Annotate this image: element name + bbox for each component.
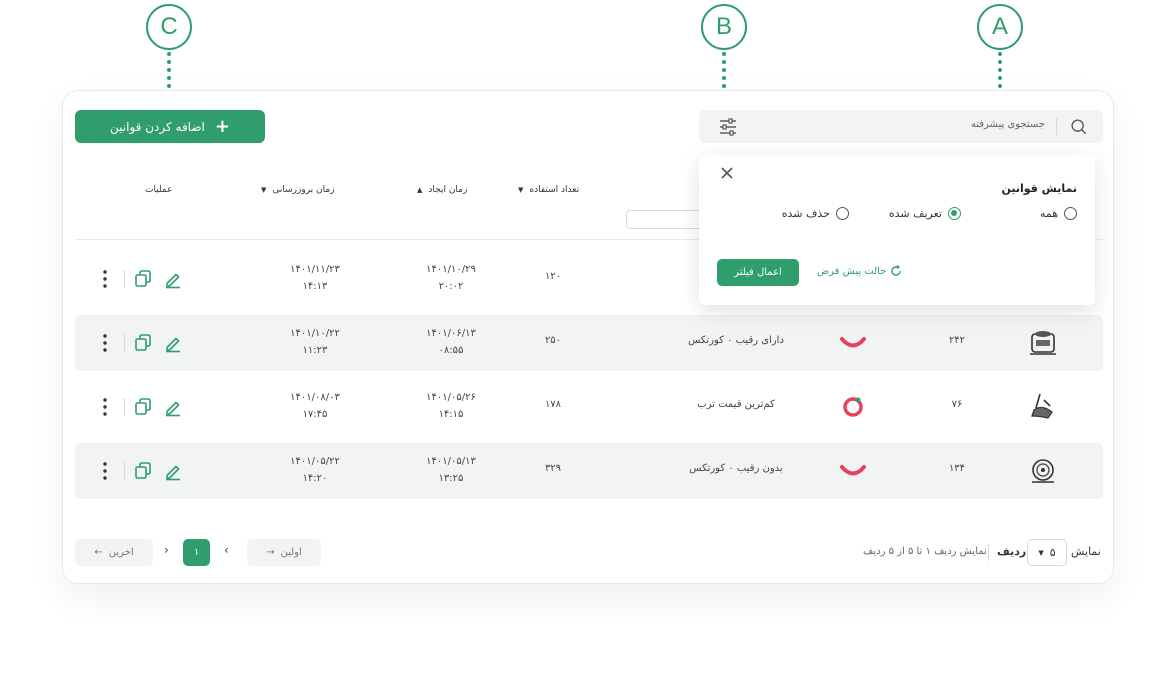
page-number-current[interactable]: ۱	[183, 539, 210, 566]
first-page-button[interactable]: → اولین	[247, 539, 321, 566]
chevron-down-icon: ▼	[261, 186, 267, 194]
more-vertical-icon[interactable]	[95, 332, 115, 354]
header-updated[interactable]: زمان بروزرسانی ▼	[261, 185, 335, 195]
radio-circle-selected	[948, 207, 961, 220]
header-operations: عملیات	[145, 185, 173, 195]
product-logo-icon	[1031, 393, 1053, 419]
footer-separator	[988, 544, 989, 561]
search-icon	[1071, 119, 1086, 134]
table-row: ۱۴۰۱/۱۰/۲۲ ۱۱:۲۳ ۱۴۰۱/۰۶/۱۳ ۰۸:۵۵ ۲۵۰ دارا…	[75, 315, 1103, 371]
add-rules-label: اضافه کردن قوانین	[110, 119, 205, 134]
rule-label-cell: کم‌ترین قیمت ترب	[697, 399, 775, 410]
edit-icon[interactable]	[163, 269, 183, 289]
arrow-left-icon: ←	[94, 547, 103, 558]
rules-card: + اضافه کردن قوانین جستجوی پیشرفته عملیا…	[62, 90, 1114, 584]
reset-default-link[interactable]: حالت پیش فرض	[817, 265, 902, 277]
filter-panel: نمایش قوانین همه تعریف شده حذف شده اعمال…	[699, 155, 1095, 305]
row-actions	[95, 332, 185, 354]
arrow-right-icon: →	[266, 547, 275, 558]
more-vertical-icon[interactable]	[95, 396, 115, 418]
created-cell: ۱۴۰۱/۱۰/۲۹ ۲۰:۰۲	[426, 264, 476, 292]
table-row: ۱۴۰۱/۰۸/۰۳ ۱۷:۴۵ ۱۴۰۱/۰۵/۲۶ ۱۴:۱۵ ۱۷۸ کم‌ت…	[75, 379, 1103, 435]
number-cell: ۷۶	[951, 399, 963, 410]
usage-cell: ۱۲۰	[544, 271, 562, 282]
radio-all[interactable]: همه	[1040, 207, 1077, 220]
close-icon[interactable]	[719, 165, 735, 181]
filter-panel-title: نمایش قوانین	[1001, 182, 1077, 195]
page-size-select[interactable]: ▼ ۵	[1027, 539, 1067, 566]
row-actions	[95, 396, 185, 418]
filter-sliders-icon[interactable]	[717, 116, 739, 138]
stage: C B A + اضافه کردن قوانین جستجوی پیشرفته	[0, 0, 1176, 686]
rows-label: ردیف	[997, 545, 1027, 558]
chevron-left-icon[interactable]: ‹	[224, 543, 229, 557]
chevron-down-icon: ▼	[1038, 548, 1044, 557]
add-rules-button[interactable]: + اضافه کردن قوانین	[75, 110, 265, 143]
rule-label-cell: بدون رقیب ۰ کورتکس	[689, 463, 783, 474]
created-cell: ۱۴۰۱/۰۶/۱۳ ۰۸:۵۵	[426, 328, 476, 356]
actions-separator	[124, 462, 125, 480]
radio-deleted[interactable]: حذف شده	[782, 207, 849, 220]
chevron-right-icon[interactable]: ›	[164, 543, 169, 557]
refresh-icon	[891, 265, 902, 276]
radio-circle	[1064, 207, 1077, 220]
usage-cell: ۳۲۹	[544, 463, 562, 474]
product-logo-icon	[1032, 459, 1054, 483]
callout-c: C	[146, 4, 192, 50]
search-separator	[1056, 118, 1057, 135]
edit-icon[interactable]	[163, 397, 183, 417]
updated-cell: ۱۴۰۱/۰۵/۲۲ ۱۴:۲۰	[290, 456, 340, 484]
table-row: ۱۴۰۱/۰۵/۲۲ ۱۴:۲۰ ۱۴۰۱/۰۵/۱۳ ۱۳:۲۵ ۳۲۹ بدون…	[75, 443, 1103, 499]
ring-mark-icon	[843, 397, 863, 417]
apply-filter-button[interactable]: اعمال فیلتر	[717, 259, 799, 286]
rule-label-cell: دارای رقیب ۰ کورتکس	[688, 335, 784, 346]
edit-icon[interactable]	[163, 333, 183, 353]
header-created[interactable]: زمان ایجاد ▲	[417, 185, 467, 195]
actions-separator	[124, 398, 125, 416]
show-label: نمایش	[1071, 545, 1101, 558]
updated-cell: ۱۴۰۱/۱۱/۲۳ ۱۴:۱۳	[290, 264, 340, 292]
copy-icon[interactable]	[133, 397, 153, 417]
chevron-up-icon: ▲	[417, 186, 423, 194]
search-placeholder: جستجوی پیشرفته	[970, 119, 1045, 130]
actions-separator	[124, 334, 125, 352]
updated-cell: ۱۴۰۱/۰۸/۰۳ ۱۷:۴۵	[290, 392, 340, 420]
callout-a: A	[977, 4, 1023, 50]
row-actions	[95, 268, 185, 290]
number-cell: ۱۳۴	[948, 463, 966, 474]
copy-icon[interactable]	[133, 269, 153, 289]
plus-icon: +	[214, 115, 230, 137]
row-actions	[95, 460, 185, 482]
created-cell: ۱۴۰۱/۰۵/۱۳ ۱۳:۲۵	[426, 456, 476, 484]
smile-mark-icon	[840, 337, 866, 348]
usage-cell: ۱۷۸	[544, 399, 562, 410]
number-cell: ۲۴۲	[948, 335, 966, 346]
product-logo-icon	[1030, 331, 1056, 355]
advanced-search[interactable]: جستجوی پیشرفته	[699, 110, 1103, 143]
updated-cell: ۱۴۰۱/۱۰/۲۲ ۱۱:۲۳	[290, 328, 340, 356]
pagination-summary: نمایش ردیف ۱ تا ۵ از ۵ ردیف	[863, 546, 987, 557]
created-cell: ۱۴۰۱/۰۵/۲۶ ۱۴:۱۵	[426, 392, 476, 420]
usage-cell: ۲۵۰	[544, 335, 562, 346]
callout-b: B	[701, 4, 747, 50]
radio-circle	[836, 207, 849, 220]
actions-separator	[124, 270, 125, 288]
smile-mark-icon	[840, 465, 866, 476]
header-usage[interactable]: تعداد استفاده ▼	[518, 185, 579, 195]
edit-icon[interactable]	[163, 461, 183, 481]
last-page-button[interactable]: ← اخرین	[75, 539, 153, 566]
chevron-down-icon: ▼	[518, 186, 524, 194]
more-vertical-icon[interactable]	[95, 460, 115, 482]
more-vertical-icon[interactable]	[95, 268, 115, 290]
copy-icon[interactable]	[133, 333, 153, 353]
copy-icon[interactable]	[133, 461, 153, 481]
radio-defined[interactable]: تعریف شده	[889, 207, 961, 220]
